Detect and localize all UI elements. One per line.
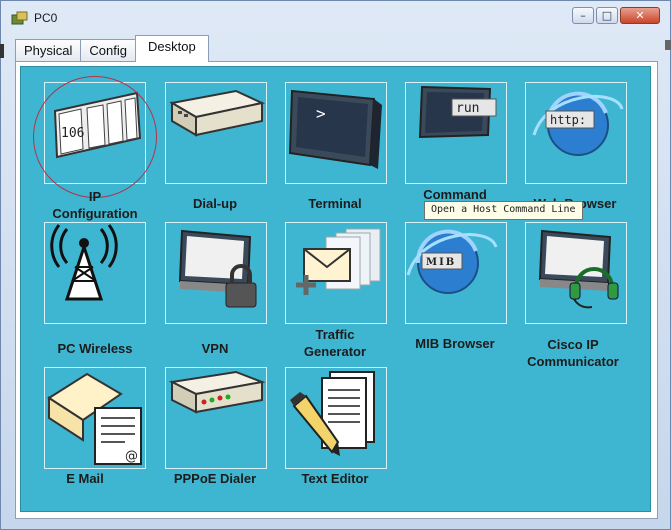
app-pc-wireless[interactable] [44,222,146,324]
terminal-prompt-text: > [316,104,326,123]
tab-physical[interactable]: Physical [15,39,82,62]
background-window-edge-right [665,40,671,50]
app-label-dial-up[interactable]: Dial-up [150,195,280,212]
mib-box-text: MIB [426,257,456,268]
background-window-edge [0,44,4,58]
text-editor-icon [290,371,375,456]
close-button[interactable]: ✕ [620,7,660,24]
label-line: Terminal [308,196,362,211]
app-traffic-generator[interactable] [285,222,387,324]
label-line: E Mail [66,471,104,486]
label-line: Dial-up [192,196,238,211]
label-line: Configuration [52,206,138,221]
label-line: PPPoE Dialer [173,471,257,486]
label-line: IP [88,189,102,204]
window-title: PC0 [34,11,58,25]
tab-desktop[interactable]: Desktop [135,35,209,62]
maximize-button[interactable]: □ [596,7,618,24]
title-bar[interactable]: PC0 – □ ✕ [1,1,670,35]
command-prompt-icon: run [418,85,497,139]
app-label-terminal[interactable]: Terminal [270,195,400,212]
command-prompt-tooltip: Open a Host Command Line [424,201,583,220]
app-cisco-ip-communicator[interactable] [525,222,627,324]
label-line: MIB Browser [415,336,495,351]
label-line: Generator [303,344,367,359]
app-command-prompt[interactable]: run [405,82,507,184]
app-label-pc-wireless[interactable]: PC Wireless [30,340,160,357]
highlight-circle [33,76,157,198]
app-label-ip-configuration[interactable]: IP Configuration [30,188,160,222]
app-email[interactable]: @ [44,367,146,469]
wireless-tower-icon [50,224,118,301]
label-line: Text Editor [301,471,369,486]
mib-browser-icon: MIB [406,229,498,294]
tab-bar: Physical Config Desktop [15,35,209,62]
vpn-lock-icon [178,229,257,308]
pppoe-dialer-icon [168,370,266,414]
url-box-text: http: [550,113,586,127]
web-browser-icon: http: [532,91,624,156]
app-terminal[interactable]: > [285,82,387,184]
app-pppoe-dialer[interactable] [165,367,267,469]
label-line: Traffic [315,327,355,342]
tab-config[interactable]: Config [80,39,136,62]
terminal-icon: > [288,89,382,169]
app-vpn[interactable] [165,222,267,324]
email-at-text: @ [125,449,138,464]
app-text-editor[interactable] [285,367,387,469]
traffic-generator-icon [296,228,381,295]
modem-icon [169,89,266,137]
minimize-button[interactable]: – [572,7,594,24]
label-line: PC Wireless [57,341,133,356]
app-label-email[interactable]: E Mail [20,470,150,487]
label-line: VPN [201,341,229,356]
run-box-text: run [456,101,479,116]
ip-communicator-icon [538,229,619,309]
label-line: Communicator [527,354,619,369]
app-mib-browser[interactable]: MIB [405,222,507,324]
app-web-browser[interactable]: http: [525,82,627,184]
label-line: Cisco IP [547,337,599,352]
packet-tracer-icon [11,11,28,25]
app-label-pppoe-dialer[interactable]: PPPoE Dialer [150,470,280,487]
email-icon: @ [47,372,142,465]
app-label-text-editor[interactable]: Text Editor [270,470,400,487]
app-label-traffic-generator[interactable]: Traffic Generator [270,326,400,360]
app-label-cisco-ip-communicator[interactable]: Cisco IP Communicator [508,336,638,370]
app-label-mib-browser[interactable]: MIB Browser [390,335,520,352]
app-label-vpn[interactable]: VPN [150,340,280,357]
app-dial-up[interactable] [165,82,267,184]
